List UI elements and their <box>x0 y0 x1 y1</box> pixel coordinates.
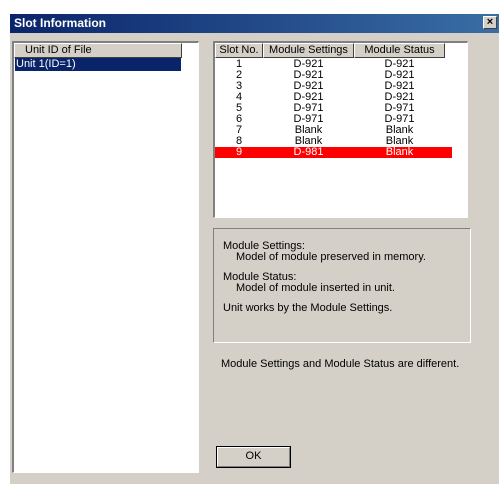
table-row[interactable]: 8 Blank Blank <box>215 136 452 147</box>
difference-warning: Module Settings and Module Status are di… <box>221 358 460 370</box>
slot-no-cell: 9 <box>235 146 243 158</box>
module-settings-description: Model of module preserved in memory. <box>236 251 426 263</box>
unit-id-list[interactable]: Unit ID of File Unit 1(ID=1) <box>12 41 199 473</box>
module-status-cell: Blank <box>385 146 414 158</box>
legend-info-box: Module Settings: Model of module preserv… <box>213 228 471 343</box>
ok-button-label: OK <box>245 450 262 462</box>
slot-no-column-header[interactable]: Slot No. <box>215 43 263 58</box>
module-status-description: Model of module inserted in unit. <box>236 282 395 294</box>
table-row[interactable]: 4 D-921 D-921 <box>215 92 452 103</box>
close-button[interactable]: × <box>483 16 497 29</box>
table-row-mismatch[interactable]: 9 D-981 Blank <box>215 147 452 158</box>
unit-list-item[interactable]: Unit 1(ID=1) <box>15 58 181 71</box>
slot-table[interactable]: Slot No. Module Settings Module Status 1… <box>213 41 468 218</box>
module-status-column-header[interactable]: Module Status <box>354 43 445 58</box>
table-row[interactable]: 1 D-921 D-921 <box>215 59 452 70</box>
ok-button[interactable]: OK <box>216 446 291 468</box>
module-settings-column-header[interactable]: Module Settings <box>263 43 354 58</box>
table-row[interactable]: 3 D-921 D-921 <box>215 81 452 92</box>
table-row[interactable]: 7 Blank Blank <box>215 125 452 136</box>
title-bar[interactable]: Slot Information × <box>10 14 499 33</box>
table-row[interactable]: 5 D-971 D-971 <box>215 103 452 114</box>
module-settings-cell: D-981 <box>293 146 324 158</box>
unit-id-column-header[interactable]: Unit ID of File <box>14 43 182 58</box>
table-row[interactable]: 2 D-921 D-921 <box>215 70 452 81</box>
window-title: Slot Information <box>14 16 106 30</box>
works-by-note: Unit works by the Module Settings. <box>223 302 393 314</box>
table-row[interactable]: 6 D-971 D-971 <box>215 114 452 125</box>
